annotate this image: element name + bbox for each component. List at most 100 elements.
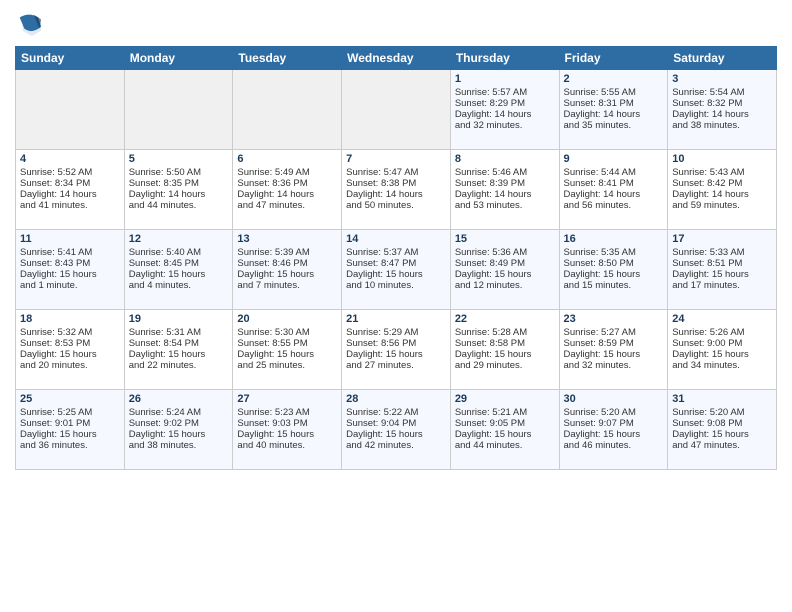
calendar-cell [124,70,233,150]
calendar-cell: 27Sunrise: 5:23 AMSunset: 9:03 PMDayligh… [233,390,342,470]
calendar-cell: 17Sunrise: 5:33 AMSunset: 8:51 PMDayligh… [668,230,777,310]
day-info-line: Sunset: 8:51 PM [672,258,772,269]
day-info-line: Sunrise: 5:35 AM [564,247,664,258]
day-info-line: Daylight: 14 hours [564,189,664,200]
day-info-line: Sunset: 9:08 PM [672,418,772,429]
day-info-line: Sunrise: 5:46 AM [455,167,555,178]
header-day: Wednesday [342,47,451,70]
calendar-week: 25Sunrise: 5:25 AMSunset: 9:01 PMDayligh… [16,390,777,470]
day-info-line: and 29 minutes. [455,360,555,371]
day-info-line: Sunrise: 5:36 AM [455,247,555,258]
day-number: 6 [237,153,337,165]
day-number: 12 [129,233,229,245]
day-info-line: Daylight: 14 hours [237,189,337,200]
day-number: 15 [455,233,555,245]
calendar-cell: 22Sunrise: 5:28 AMSunset: 8:58 PMDayligh… [450,310,559,390]
day-info-line: and 44 minutes. [455,440,555,451]
day-info-line: and 15 minutes. [564,280,664,291]
calendar-cell: 20Sunrise: 5:30 AMSunset: 8:55 PMDayligh… [233,310,342,390]
calendar-header: SundayMondayTuesdayWednesdayThursdayFrid… [16,47,777,70]
day-info-line: Daylight: 15 hours [237,429,337,440]
day-info-line: and 27 minutes. [346,360,446,371]
header-row: SundayMondayTuesdayWednesdayThursdayFrid… [16,47,777,70]
day-info-line: Sunset: 9:01 PM [20,418,120,429]
day-info-line: Sunset: 8:29 PM [455,98,555,109]
day-info-line: and 40 minutes. [237,440,337,451]
day-info-line: Sunset: 8:47 PM [346,258,446,269]
day-info-line: and 34 minutes. [672,360,772,371]
day-info-line: Sunrise: 5:24 AM [129,407,229,418]
day-number: 24 [672,313,772,325]
header-day: Tuesday [233,47,342,70]
calendar-cell: 29Sunrise: 5:21 AMSunset: 9:05 PMDayligh… [450,390,559,470]
day-info-line: Daylight: 14 hours [129,189,229,200]
calendar-cell: 10Sunrise: 5:43 AMSunset: 8:42 PMDayligh… [668,150,777,230]
day-info-line: and 4 minutes. [129,280,229,291]
day-info-line: and 47 minutes. [237,200,337,211]
day-info-line: and 46 minutes. [564,440,664,451]
day-info-line: and 41 minutes. [20,200,120,211]
calendar-cell: 31Sunrise: 5:20 AMSunset: 9:08 PMDayligh… [668,390,777,470]
day-info-line: Sunset: 9:05 PM [455,418,555,429]
calendar-cell [16,70,125,150]
header-day: Monday [124,47,233,70]
day-number: 17 [672,233,772,245]
day-info-line: Daylight: 14 hours [20,189,120,200]
day-info-line: Sunset: 8:39 PM [455,178,555,189]
day-info-line: and 38 minutes. [672,120,772,131]
day-info-line: Daylight: 15 hours [346,429,446,440]
day-number: 20 [237,313,337,325]
day-info-line: Sunset: 9:07 PM [564,418,664,429]
day-info-line: Sunrise: 5:39 AM [237,247,337,258]
day-info-line: Daylight: 14 hours [455,189,555,200]
day-number: 21 [346,313,446,325]
day-info-line: Sunrise: 5:33 AM [672,247,772,258]
calendar-cell: 25Sunrise: 5:25 AMSunset: 9:01 PMDayligh… [16,390,125,470]
day-info-line: Sunrise: 5:26 AM [672,327,772,338]
day-number: 3 [672,73,772,85]
day-info-line: Daylight: 15 hours [564,429,664,440]
day-info-line: Daylight: 15 hours [564,269,664,280]
day-info-line: and 17 minutes. [672,280,772,291]
calendar-cell: 6Sunrise: 5:49 AMSunset: 8:36 PMDaylight… [233,150,342,230]
day-info-line: Daylight: 15 hours [20,429,120,440]
day-number: 8 [455,153,555,165]
day-info-line: Daylight: 15 hours [129,429,229,440]
day-info-line: Sunrise: 5:21 AM [455,407,555,418]
day-number: 19 [129,313,229,325]
calendar-cell: 4Sunrise: 5:52 AMSunset: 8:34 PMDaylight… [16,150,125,230]
day-number: 4 [20,153,120,165]
day-info-line: and 22 minutes. [129,360,229,371]
day-info-line: and 32 minutes. [455,120,555,131]
calendar-cell: 2Sunrise: 5:55 AMSunset: 8:31 PMDaylight… [559,70,668,150]
calendar-table: SundayMondayTuesdayWednesdayThursdayFrid… [15,46,777,470]
calendar-cell: 8 Sunrise: 5:46 AMSunset: 8:39 PMDaylight… [450,150,559,230]
day-info-line: Sunrise: 5:20 AM [672,407,772,418]
day-number: 16 [564,233,664,245]
day-number: 25 [20,393,120,405]
day-info-line: Sunset: 8:59 PM [564,338,664,349]
header-day: Friday [559,47,668,70]
day-info-line: and 36 minutes. [20,440,120,451]
day-info-line: and 10 minutes. [346,280,446,291]
day-number: 29 [455,393,555,405]
day-info-line: Daylight: 15 hours [672,429,772,440]
calendar-cell: 11Sunrise: 5:41 AMSunset: 8:43 PMDayligh… [16,230,125,310]
calendar-cell: 9Sunrise: 5:44 AMSunset: 8:41 PMDaylight… [559,150,668,230]
calendar-cell [342,70,451,150]
day-number: 27 [237,393,337,405]
day-info-line: Sunrise: 5:40 AM [129,247,229,258]
day-info-line: Daylight: 14 hours [455,109,555,120]
day-info-line: and 50 minutes. [346,200,446,211]
day-info-line: Daylight: 15 hours [672,349,772,360]
calendar-cell: 7Sunrise: 5:47 AMSunset: 8:38 PMDaylight… [342,150,451,230]
day-info-line: Sunrise: 5:44 AM [564,167,664,178]
day-info-line: Sunrise: 5:30 AM [237,327,337,338]
calendar-week: 11Sunrise: 5:41 AMSunset: 8:43 PMDayligh… [16,230,777,310]
day-info-line: and 38 minutes. [129,440,229,451]
day-info-line: Daylight: 15 hours [455,269,555,280]
day-info-line: Daylight: 15 hours [129,349,229,360]
day-info-line: Sunrise: 5:43 AM [672,167,772,178]
day-info-line: Sunset: 9:02 PM [129,418,229,429]
day-info-line: Sunrise: 5:31 AM [129,327,229,338]
